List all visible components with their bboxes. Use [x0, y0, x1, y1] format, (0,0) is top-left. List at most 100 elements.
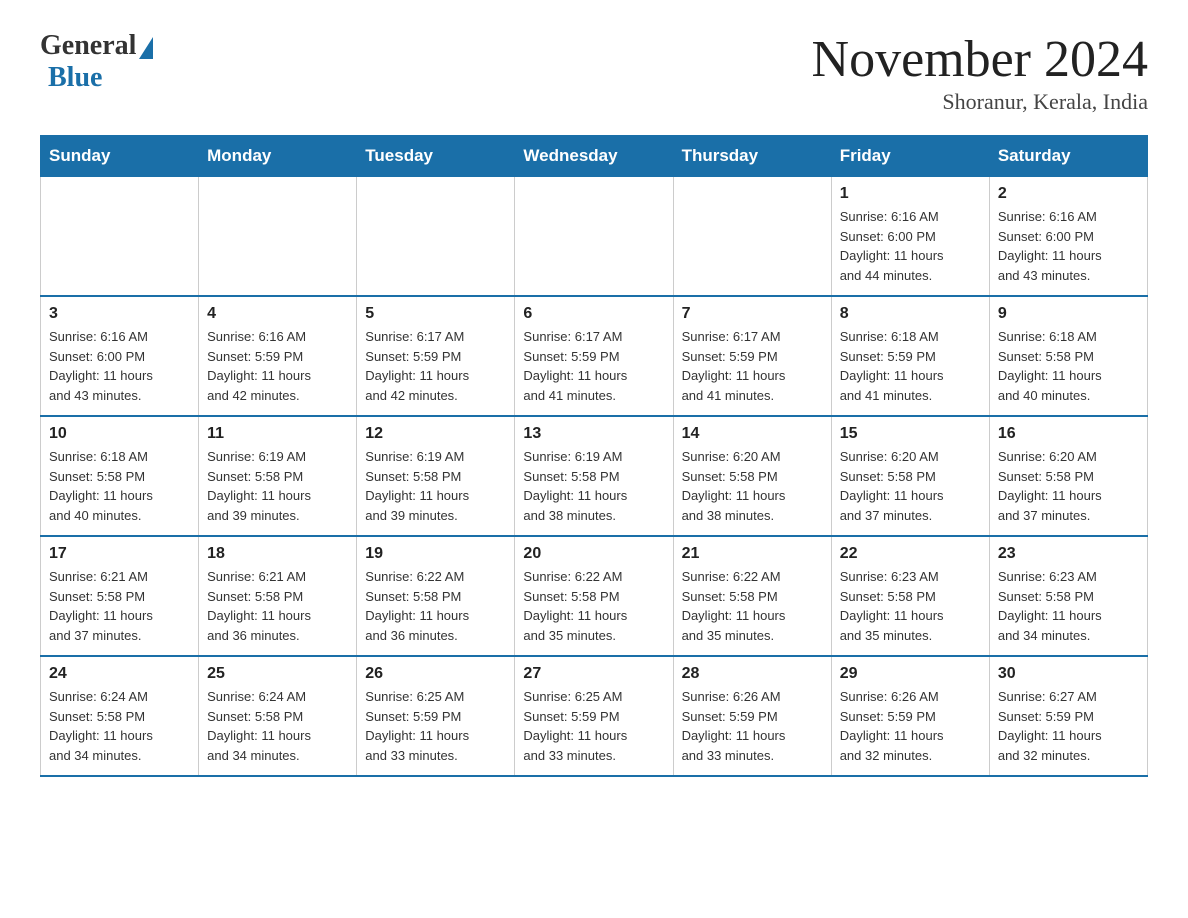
day-number: 7	[682, 305, 823, 323]
day-cell: 6 Sunrise: 6:17 AM Sunset: 5:59 PM Daylig…	[515, 296, 673, 416]
day-cell	[41, 177, 199, 297]
day-cell: 3 Sunrise: 6:16 AM Sunset: 6:00 PM Daylig…	[41, 296, 199, 416]
day-number: 14	[682, 425, 823, 443]
day-cell: 22 Sunrise: 6:23 AM Sunset: 5:58 PM Dayli…	[831, 536, 989, 656]
day-number: 8	[840, 305, 981, 323]
day-number: 10	[49, 425, 190, 443]
day-cell: 27 Sunrise: 6:25 AM Sunset: 5:59 PM Dayli…	[515, 656, 673, 776]
day-info: Sunrise: 6:22 AM Sunset: 5:58 PM Dayligh…	[682, 567, 823, 645]
day-info: Sunrise: 6:23 AM Sunset: 5:58 PM Dayligh…	[998, 567, 1139, 645]
day-info: Sunrise: 6:26 AM Sunset: 5:59 PM Dayligh…	[682, 687, 823, 765]
day-number: 6	[523, 305, 664, 323]
logo-arrow-icon	[139, 37, 153, 59]
week-row-5: 24Sunrise: 6:24 AM Sunset: 5:58 PM Dayli…	[41, 656, 1148, 776]
day-number: 2	[998, 185, 1139, 203]
day-info: Sunrise: 6:24 AM Sunset: 5:58 PM Dayligh…	[207, 687, 348, 765]
day-info: Sunrise: 6:17 AM Sunset: 5:59 PM Dayligh…	[682, 327, 823, 405]
day-info: Sunrise: 6:16 AM Sunset: 6:00 PM Dayligh…	[49, 327, 190, 405]
day-info: Sunrise: 6:18 AM Sunset: 5:59 PM Dayligh…	[840, 327, 981, 405]
day-cell: 7 Sunrise: 6:17 AM Sunset: 5:59 PM Daylig…	[673, 296, 831, 416]
day-cell: 14 Sunrise: 6:20 AM Sunset: 5:58 PM Dayli…	[673, 416, 831, 536]
day-cell: 23 Sunrise: 6:23 AM Sunset: 5:58 PM Dayli…	[989, 536, 1147, 656]
day-number: 12	[365, 425, 506, 443]
day-cell: 10 Sunrise: 6:18 AM Sunset: 5:58 PM Dayli…	[41, 416, 199, 536]
day-cell: 12 Sunrise: 6:19 AM Sunset: 5:58 PM Dayli…	[357, 416, 515, 536]
day-cell	[515, 177, 673, 297]
day-info: Sunrise: 6:22 AM Sunset: 5:58 PM Dayligh…	[365, 567, 506, 645]
day-number: 4	[207, 305, 348, 323]
column-header-monday: Monday	[199, 136, 357, 177]
day-cell: 5 Sunrise: 6:17 AM Sunset: 5:59 PM Daylig…	[357, 296, 515, 416]
day-cell: 24Sunrise: 6:24 AM Sunset: 5:58 PM Dayli…	[41, 656, 199, 776]
logo-general-text: General	[40, 30, 136, 62]
day-cell: 20Sunrise: 6:22 AM Sunset: 5:58 PM Dayli…	[515, 536, 673, 656]
day-info: Sunrise: 6:20 AM Sunset: 5:58 PM Dayligh…	[998, 447, 1139, 525]
calendar-table: SundayMondayTuesdayWednesdayThursdayFrid…	[40, 135, 1148, 777]
column-header-friday: Friday	[831, 136, 989, 177]
day-number: 13	[523, 425, 664, 443]
day-info: Sunrise: 6:17 AM Sunset: 5:59 PM Dayligh…	[523, 327, 664, 405]
day-cell	[199, 177, 357, 297]
day-info: Sunrise: 6:25 AM Sunset: 5:59 PM Dayligh…	[365, 687, 506, 765]
day-cell: 16 Sunrise: 6:20 AM Sunset: 5:58 PM Dayli…	[989, 416, 1147, 536]
day-info: Sunrise: 6:25 AM Sunset: 5:59 PM Dayligh…	[523, 687, 664, 765]
day-info: Sunrise: 6:21 AM Sunset: 5:58 PM Dayligh…	[207, 567, 348, 645]
location-title: Shoranur, Kerala, India	[812, 89, 1148, 115]
day-number: 30	[998, 665, 1139, 683]
day-info: Sunrise: 6:26 AM Sunset: 5:59 PM Dayligh…	[840, 687, 981, 765]
day-number: 5	[365, 305, 506, 323]
day-cell: 1 Sunrise: 6:16 AM Sunset: 6:00 PM Daylig…	[831, 177, 989, 297]
day-cell: 29 Sunrise: 6:26 AM Sunset: 5:59 PM Dayli…	[831, 656, 989, 776]
logo-blue-text: Blue	[48, 62, 102, 93]
day-number: 16	[998, 425, 1139, 443]
title-block: November 2024 Shoranur, Kerala, India	[812, 30, 1148, 115]
day-number: 29	[840, 665, 981, 683]
day-cell: 30 Sunrise: 6:27 AM Sunset: 5:59 PM Dayli…	[989, 656, 1147, 776]
day-number: 22	[840, 545, 981, 563]
day-cell: 17 Sunrise: 6:21 AM Sunset: 5:58 PM Dayli…	[41, 536, 199, 656]
column-header-sunday: Sunday	[41, 136, 199, 177]
day-number: 19	[365, 545, 506, 563]
column-header-tuesday: Tuesday	[357, 136, 515, 177]
day-number: 28	[682, 665, 823, 683]
day-info: Sunrise: 6:16 AM Sunset: 5:59 PM Dayligh…	[207, 327, 348, 405]
week-row-2: 3 Sunrise: 6:16 AM Sunset: 6:00 PM Daylig…	[41, 296, 1148, 416]
week-row-1: 1 Sunrise: 6:16 AM Sunset: 6:00 PM Daylig…	[41, 177, 1148, 297]
page-header: General Blue November 2024 Shoranur, Ker…	[40, 30, 1148, 115]
day-cell: 9Sunrise: 6:18 AM Sunset: 5:58 PM Daylig…	[989, 296, 1147, 416]
day-info: Sunrise: 6:19 AM Sunset: 5:58 PM Dayligh…	[365, 447, 506, 525]
day-info: Sunrise: 6:19 AM Sunset: 5:58 PM Dayligh…	[207, 447, 348, 525]
week-row-4: 17 Sunrise: 6:21 AM Sunset: 5:58 PM Dayli…	[41, 536, 1148, 656]
day-number: 3	[49, 305, 190, 323]
day-cell: 25Sunrise: 6:24 AM Sunset: 5:58 PM Dayli…	[199, 656, 357, 776]
day-number: 26	[365, 665, 506, 683]
day-info: Sunrise: 6:20 AM Sunset: 5:58 PM Dayligh…	[682, 447, 823, 525]
day-cell: 11Sunrise: 6:19 AM Sunset: 5:58 PM Dayli…	[199, 416, 357, 536]
day-info: Sunrise: 6:16 AM Sunset: 6:00 PM Dayligh…	[840, 207, 981, 285]
day-info: Sunrise: 6:20 AM Sunset: 5:58 PM Dayligh…	[840, 447, 981, 525]
day-cell	[357, 177, 515, 297]
day-number: 18	[207, 545, 348, 563]
day-cell	[673, 177, 831, 297]
month-title: November 2024	[812, 30, 1148, 89]
day-info: Sunrise: 6:21 AM Sunset: 5:58 PM Dayligh…	[49, 567, 190, 645]
day-cell: 15 Sunrise: 6:20 AM Sunset: 5:58 PM Dayli…	[831, 416, 989, 536]
column-header-wednesday: Wednesday	[515, 136, 673, 177]
week-row-3: 10 Sunrise: 6:18 AM Sunset: 5:58 PM Dayli…	[41, 416, 1148, 536]
day-cell: 19 Sunrise: 6:22 AM Sunset: 5:58 PM Dayli…	[357, 536, 515, 656]
day-number: 23	[998, 545, 1139, 563]
day-number: 21	[682, 545, 823, 563]
day-info: Sunrise: 6:17 AM Sunset: 5:59 PM Dayligh…	[365, 327, 506, 405]
day-info: Sunrise: 6:23 AM Sunset: 5:58 PM Dayligh…	[840, 567, 981, 645]
day-info: Sunrise: 6:18 AM Sunset: 5:58 PM Dayligh…	[49, 447, 190, 525]
day-cell: 18 Sunrise: 6:21 AM Sunset: 5:58 PM Dayli…	[199, 536, 357, 656]
day-number: 15	[840, 425, 981, 443]
day-number: 17	[49, 545, 190, 563]
day-info: Sunrise: 6:27 AM Sunset: 5:59 PM Dayligh…	[998, 687, 1139, 765]
day-number: 1	[840, 185, 981, 203]
day-number: 20	[523, 545, 664, 563]
day-cell: 21 Sunrise: 6:22 AM Sunset: 5:58 PM Dayli…	[673, 536, 831, 656]
day-info: Sunrise: 6:16 AM Sunset: 6:00 PM Dayligh…	[998, 207, 1139, 285]
column-header-saturday: Saturday	[989, 136, 1147, 177]
day-number: 27	[523, 665, 664, 683]
